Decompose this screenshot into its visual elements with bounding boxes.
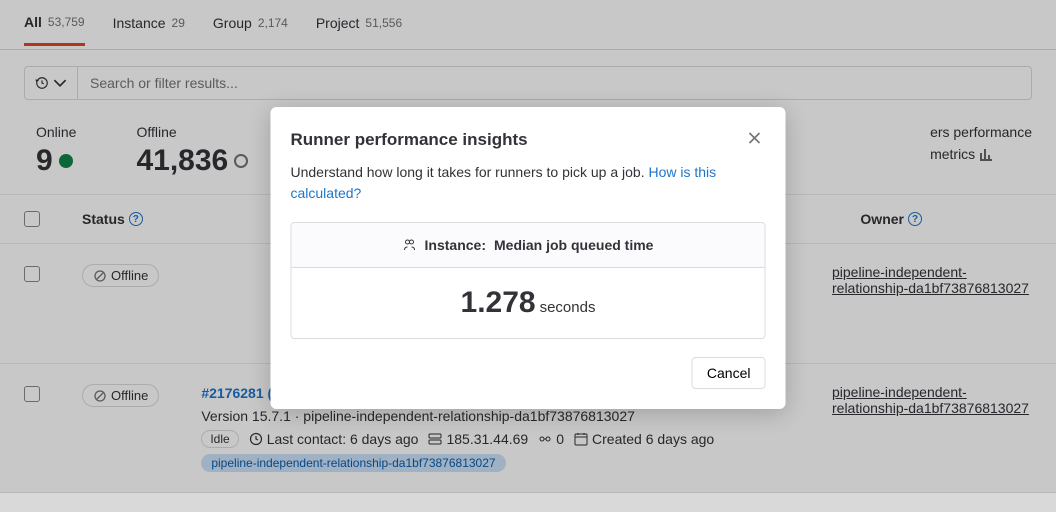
modal-description: Understand how long it takes for runners… — [291, 162, 766, 204]
metric-card: Instance: Median job queued time 1.278se… — [291, 222, 766, 339]
runners-icon — [403, 238, 417, 252]
close-icon — [748, 131, 762, 145]
metric-unit: seconds — [540, 299, 596, 316]
modal-title: Runner performance insights — [291, 130, 528, 150]
close-button[interactable] — [744, 127, 766, 152]
cancel-button[interactable]: Cancel — [692, 357, 766, 389]
performance-modal: Runner performance insights Understand h… — [271, 107, 786, 409]
metric-value: 1.278 — [461, 286, 536, 320]
metric-heading: Instance: Median job queued time — [292, 223, 765, 268]
